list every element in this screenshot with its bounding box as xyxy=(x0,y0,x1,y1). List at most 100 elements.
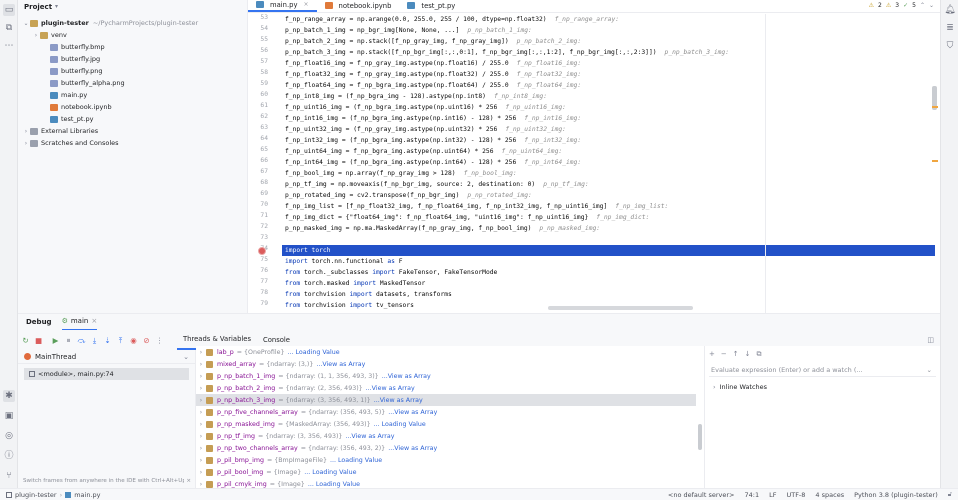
variable-action-link[interactable]: ...View as Array xyxy=(316,361,365,368)
code-line[interactable]: f_np_float16_img = f_np_gray_img.astype(… xyxy=(285,58,935,69)
chevron-down-icon[interactable]: ⌄ xyxy=(183,353,189,361)
tree-item[interactable]: main.py xyxy=(18,89,247,101)
chevron-right-icon[interactable]: › xyxy=(196,457,206,464)
code-line[interactable]: f_np_img_dict = {"float64_img": f_np_flo… xyxy=(285,212,935,223)
chevron-right-icon[interactable]: › xyxy=(196,409,206,416)
code-line[interactable]: p_np_masked_img = np.ma.MaskedArray(f_np… xyxy=(285,223,935,234)
variable-row[interactable]: › p_pil_bool_img = {Image}... Loading Valu… xyxy=(196,466,696,478)
folder-icon[interactable]: ▭ xyxy=(3,4,15,16)
variable-action-link[interactable]: ... Loading Value xyxy=(374,421,426,428)
breadcrumb-project[interactable]: plugin-tester xyxy=(15,491,57,499)
view-breakpoints-icon[interactable]: ◉ xyxy=(128,335,139,346)
database-icon[interactable]: ≣ xyxy=(944,22,956,34)
variable-action-link[interactable]: ... Loading Value xyxy=(308,481,360,488)
tree-item[interactable]: butterfly_alpha.png xyxy=(18,77,247,89)
code-line[interactable]: from torch._subclasses import FakeTensor… xyxy=(285,267,935,278)
interpreter-selector[interactable]: Python 3.8 (plugin-tester) xyxy=(854,491,938,499)
chevron-right-icon[interactable]: › xyxy=(196,349,206,356)
editor-tab[interactable]: test_pt.py xyxy=(399,0,463,12)
resume-icon[interactable]: ▶ xyxy=(50,335,61,346)
code-line[interactable]: p_np_batch_1_img = np_bgr_img[None, None… xyxy=(285,25,935,36)
code-line[interactable]: f_np_int8_img = (f_np_bgra_img - 128).as… xyxy=(285,91,935,102)
chevron-right-icon[interactable]: › xyxy=(196,421,206,428)
rerun-icon[interactable]: ↻ xyxy=(20,335,31,346)
chevron-up-icon[interactable]: ⌃ xyxy=(920,2,925,9)
debug-session-tab[interactable]: ⚙ main × xyxy=(61,314,98,331)
variable-action-link[interactable]: ...View as Array xyxy=(388,409,437,416)
chevron-right-icon[interactable]: › xyxy=(713,383,716,391)
variable-action-link[interactable]: ...View as Array xyxy=(366,385,415,392)
chevron-right-icon[interactable]: › xyxy=(196,385,206,392)
structure-icon[interactable]: ⧉ xyxy=(3,22,15,34)
tree-item[interactable]: notebook.ipynb xyxy=(18,101,247,113)
variable-row[interactable]: › p_np_tf_img = {ndarray: (3, 356, 493)}..… xyxy=(196,430,696,442)
terminal-icon[interactable]: ▣ xyxy=(3,410,15,422)
move-down-icon[interactable]: ↓ xyxy=(745,350,751,358)
services-icon[interactable]: ◎ xyxy=(3,430,15,442)
chevron-down-icon[interactable]: ⌄ xyxy=(927,366,932,374)
code-line[interactable]: import torch.nn.functional as F xyxy=(285,256,935,267)
close-icon[interactable]: × xyxy=(186,478,191,484)
remove-icon[interactable]: − xyxy=(721,350,727,358)
variables-panel[interactable]: › lab_p = {OneProfile}... Loading Value › mi… xyxy=(196,346,704,488)
code-line[interactable]: f_np_float32_img = f_np_gray_img.astype(… xyxy=(285,69,935,80)
chevron-icon[interactable]: › xyxy=(22,140,30,147)
code-line[interactable]: p_np_tf_img = np.moveaxis(f_np_bgr_img, … xyxy=(285,179,935,190)
code-line[interactable]: import torch xyxy=(282,245,935,256)
variable-action-link[interactable]: ... Loading Value xyxy=(287,349,339,356)
close-icon[interactable]: × xyxy=(303,1,308,8)
code-line[interactable]: f_np_int16_img = (f_np_bgra_img.astype(n… xyxy=(285,113,935,124)
chevron-icon[interactable]: › xyxy=(22,128,30,135)
variable-row[interactable]: › p_np_batch_2_img = {ndarray: (2, 356, 49… xyxy=(196,382,696,394)
lock-icon[interactable]: 🔓︎ xyxy=(948,490,952,499)
copy-icon[interactable]: ⧉ xyxy=(757,350,762,359)
step-into-icon[interactable]: ⤓ xyxy=(89,335,100,346)
add-icon[interactable]: + xyxy=(709,350,715,358)
code-line[interactable]: f_np_bool_img = np.array(f_np_gray_img >… xyxy=(285,168,935,179)
variable-action-link[interactable]: ... Loading Value xyxy=(304,469,356,476)
variable-action-link[interactable]: ...View as Array xyxy=(345,433,394,440)
variable-row[interactable]: › p_np_batch_1_img = {ndarray: (1, 1, 356,… xyxy=(196,370,696,382)
breakpoint-icon[interactable] xyxy=(258,246,266,255)
chevron-right-icon[interactable]: › xyxy=(196,469,206,476)
tree-item[interactable]: › venv xyxy=(18,29,247,41)
step-out-icon[interactable]: ⤒ xyxy=(115,335,126,346)
tree-item[interactable]: › External Libraries xyxy=(18,125,247,137)
variable-row[interactable]: › p_np_two_channels_array = {ndarray: (356… xyxy=(196,442,696,454)
code-line[interactable]: f_np_uint16_img = (f_np_bgra_img.astype(… xyxy=(285,102,935,113)
breadcrumb-file[interactable]: main.py xyxy=(74,491,100,499)
chevron-icon[interactable]: › xyxy=(32,32,40,39)
code-line[interactable]: f_np_uint64_img = f_np_bgra_img.astype(n… xyxy=(285,146,935,157)
code-line[interactable]: f_np_int32_img = (f_np_bgra_img.astype(n… xyxy=(285,135,935,146)
chevron-right-icon[interactable]: › xyxy=(196,481,206,488)
shield-icon[interactable]: ⛉ xyxy=(944,40,956,52)
problems-icon[interactable]: ⓘ xyxy=(3,450,15,462)
line-separator[interactable]: LF xyxy=(769,491,776,499)
tree-item[interactable]: ⌄ plugin-tester ~/PycharmProjects/plugin-t… xyxy=(18,17,247,29)
step-into-my-code-icon[interactable]: ⇣ xyxy=(102,335,113,346)
more-icon[interactable]: ⋯ xyxy=(3,40,15,52)
variable-row[interactable]: › mixed_array = {ndarray: (3,)} ...View as … xyxy=(196,358,696,370)
chevron-right-icon[interactable]: › xyxy=(196,397,206,404)
code-line[interactable] xyxy=(285,234,935,245)
code-line[interactable]: from torchvision import datasets, transf… xyxy=(285,289,935,300)
variable-row[interactable]: › p_pil_bmp_img = {BmpImageFile}... Loadin… xyxy=(196,454,696,466)
chevron-right-icon[interactable]: › xyxy=(196,361,206,368)
git-icon[interactable]: ⑂ xyxy=(3,470,15,482)
chevron-down-icon[interactable]: ▾ xyxy=(55,3,58,10)
chevron-down-icon[interactable]: ⌄ xyxy=(929,2,934,9)
error-stripe-mark[interactable] xyxy=(932,106,938,108)
more-icon[interactable]: ⋮ xyxy=(154,335,165,346)
notifications-icon[interactable]: 🔔︎ xyxy=(944,4,956,16)
line-gutter[interactable]: 53 54 55 56 57 58 59 60 61 62 63 64 65 66 67 68 69 70 71 72… xyxy=(248,14,282,313)
tree-item[interactable]: butterfly.bmp xyxy=(18,41,247,53)
cursor-position[interactable]: 74:1 xyxy=(744,491,759,499)
variable-row[interactable]: › p_np_masked_img = {MaskedArray: (356, 49… xyxy=(196,418,696,430)
code-line[interactable]: f_np_uint32_img = (f_np_gray_img.astype(… xyxy=(285,124,935,135)
variable-action-link[interactable]: ... Loading Value xyxy=(330,457,382,464)
file-encoding[interactable]: UTF-8 xyxy=(786,491,805,499)
code-line[interactable]: p_np_batch_3_img = np.stack([f_np_bgr_im… xyxy=(285,47,935,58)
inspection-widget[interactable]: ⚠ 2 ⚠ 3 ✓ 5 ⌃ ⌄ xyxy=(869,2,934,9)
chevron-right-icon[interactable]: › xyxy=(196,373,206,380)
variable-row[interactable]: › p_np_batch_3_img = {ndarray: (3, 356, 49… xyxy=(196,394,696,406)
